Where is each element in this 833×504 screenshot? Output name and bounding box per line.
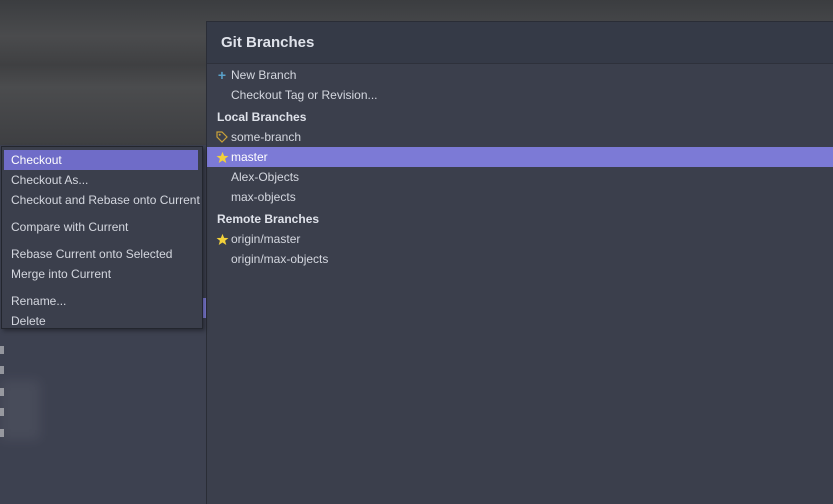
branch-label: max-objects bbox=[231, 190, 296, 204]
blurred-content bbox=[0, 408, 4, 416]
menu-item-delete[interactable]: Delete bbox=[4, 311, 198, 331]
menu-item-merge[interactable]: Merge into Current bbox=[4, 264, 198, 284]
popup-header: Git Branches bbox=[207, 22, 833, 64]
branch-context-menu: Checkout Checkout As... Checkout and Reb… bbox=[1, 146, 203, 329]
branch-item-selected[interactable]: master bbox=[207, 147, 833, 167]
star-icon bbox=[215, 229, 229, 249]
menu-separator bbox=[2, 237, 202, 244]
menu-separator bbox=[2, 284, 202, 291]
branch-item[interactable]: Alex-Objects bbox=[207, 167, 833, 187]
branch-item[interactable]: some-branch bbox=[207, 127, 833, 147]
local-branches-header: Local Branches bbox=[207, 105, 833, 127]
action-label: Checkout Tag or Revision... bbox=[231, 88, 378, 102]
star-icon bbox=[215, 147, 229, 167]
branch-label: some-branch bbox=[231, 130, 302, 144]
menu-item-rename[interactable]: Rename... bbox=[4, 291, 198, 311]
menu-item-compare[interactable]: Compare with Current bbox=[4, 217, 198, 237]
blurred-content bbox=[0, 366, 4, 374]
blurred-content bbox=[0, 380, 40, 440]
branch-label: origin/master bbox=[231, 232, 301, 246]
popup-title: Git Branches bbox=[221, 34, 315, 51]
remote-branch-item[interactable]: origin/master bbox=[207, 229, 833, 249]
menu-item-rebase-current[interactable]: Rebase Current onto Selected bbox=[4, 244, 198, 264]
menu-separator bbox=[2, 210, 202, 217]
menu-item-checkout[interactable]: Checkout bbox=[4, 150, 198, 170]
section-label: Local Branches bbox=[217, 110, 307, 124]
branch-label: Alex-Objects bbox=[231, 170, 300, 184]
checkout-tag-action[interactable]: Checkout Tag or Revision... bbox=[207, 85, 833, 105]
section-label: Remote Branches bbox=[217, 212, 320, 226]
plus-icon: + bbox=[217, 67, 227, 83]
menu-item-checkout-and-rebase[interactable]: Checkout and Rebase onto Current bbox=[4, 190, 200, 210]
branch-item[interactable]: max-objects bbox=[207, 187, 833, 207]
new-branch-action[interactable]: + New Branch bbox=[207, 65, 833, 85]
tag-icon bbox=[215, 127, 229, 147]
branch-list: + New Branch Checkout Tag or Revision...… bbox=[207, 64, 833, 269]
blurred-content bbox=[0, 388, 4, 396]
git-branches-popup: Git Branches + New Branch Checkout Tag o… bbox=[206, 21, 833, 504]
branch-label: origin/max-objects bbox=[231, 252, 329, 266]
remote-branch-item[interactable]: origin/max-objects bbox=[207, 249, 833, 269]
menu-item-checkout-as[interactable]: Checkout As... bbox=[4, 170, 198, 190]
blurred-content bbox=[0, 346, 4, 354]
blurred-content bbox=[0, 429, 4, 437]
branch-label: master bbox=[231, 150, 268, 164]
remote-branches-header: Remote Branches bbox=[207, 207, 833, 229]
action-label: New Branch bbox=[231, 68, 297, 82]
